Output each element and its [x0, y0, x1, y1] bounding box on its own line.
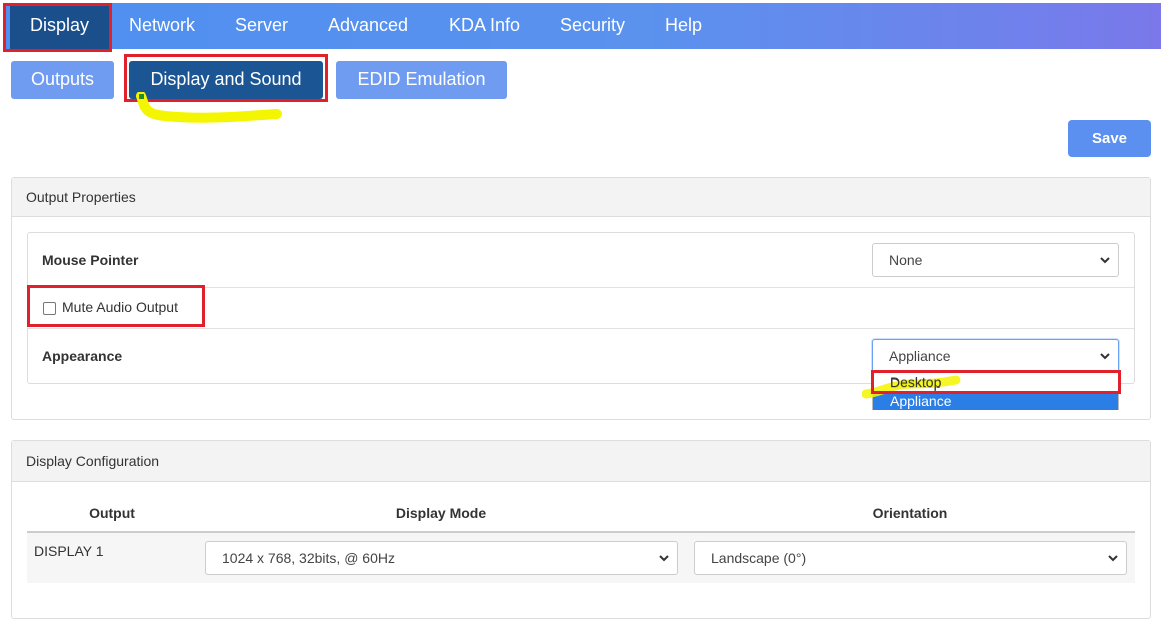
nav-network[interactable]: Network: [129, 3, 195, 49]
top-nav: Display Network Server Advanced KDA Info…: [3, 3, 1161, 49]
nav-security[interactable]: Security: [560, 3, 625, 49]
subtab-outputs[interactable]: Outputs: [11, 61, 114, 99]
chevron-down-icon: [659, 555, 669, 562]
output-properties-title: Output Properties: [12, 178, 1150, 217]
appearance-value: Appliance: [889, 348, 951, 364]
column-header-orientation: Orientation: [872, 505, 948, 521]
nav-kda-info[interactable]: KDA Info: [449, 3, 520, 49]
chevron-down-icon: [1100, 353, 1110, 360]
nav-advanced[interactable]: Advanced: [328, 3, 408, 49]
appearance-select[interactable]: Appliance: [872, 339, 1119, 373]
column-header-display-mode: Display Mode: [395, 505, 487, 521]
mouse-pointer-select[interactable]: None: [872, 243, 1119, 277]
nav-help[interactable]: Help: [665, 3, 702, 49]
column-header-output: Output: [89, 505, 135, 521]
highlight-mute-audio: [27, 285, 205, 327]
highlight-nav-display: [3, 3, 112, 52]
chevron-down-icon: [1100, 257, 1110, 264]
appearance-label: Appearance: [42, 348, 123, 364]
save-button[interactable]: Save: [1068, 120, 1151, 157]
display-mode-select[interactable]: 1024 x 768, 32bits, @ 60Hz: [205, 541, 678, 575]
yellow-highlight-mark: [136, 92, 282, 123]
display-configuration-title: Display Configuration: [12, 441, 1150, 482]
row-divider: [28, 328, 1134, 329]
chevron-down-icon: [1108, 555, 1118, 562]
orientation-select[interactable]: Landscape (0°): [694, 541, 1127, 575]
display-configuration-panel: Display Configuration: [11, 440, 1151, 619]
mouse-pointer-value: None: [889, 252, 923, 268]
orientation-value: Landscape (0°): [711, 550, 807, 566]
display-mode-value: 1024 x 768, 32bits, @ 60Hz: [222, 550, 395, 566]
mouse-pointer-label: Mouse Pointer: [42, 252, 139, 268]
nav-server[interactable]: Server: [235, 3, 288, 49]
highlight-desktop-option: [871, 370, 1121, 394]
output-cell: DISPLAY 1: [34, 543, 104, 559]
subtab-edid-emulation[interactable]: EDID Emulation: [336, 61, 507, 99]
